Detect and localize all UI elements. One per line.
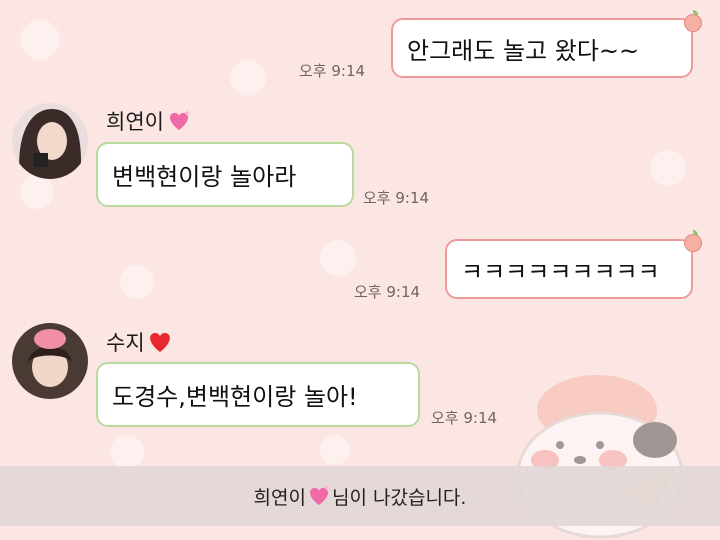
sender-name: 수지 [106, 327, 173, 357]
background-dot [650, 150, 686, 186]
background-dot [110, 435, 144, 469]
sparkling-heart-icon [169, 110, 190, 130]
background-dot [20, 20, 60, 60]
avatar[interactable] [12, 103, 88, 179]
message-time: 오후 9:14 [299, 62, 366, 80]
avatar[interactable] [12, 323, 88, 399]
background-dot [230, 60, 266, 96]
sender-name: 희연이 [106, 106, 192, 136]
outgoing-message-bubble[interactable]: 안그래도 놀고 왔다~~ [391, 18, 693, 78]
message-text: 안그래도 놀고 왔다~~ [407, 36, 640, 65]
red-heart-icon [149, 332, 170, 352]
message-time: 오후 9:14 [363, 189, 430, 207]
background-dot [320, 240, 356, 276]
incoming-message-bubble[interactable]: 변백현이랑 놀아라 [96, 142, 354, 207]
message-text: 변백현이랑 놀아라 [112, 163, 297, 191]
peach-icon [684, 10, 702, 32]
outgoing-message-bubble[interactable]: ㅋㅋㅋㅋㅋㅋㅋㅋㅋ [445, 239, 693, 299]
leave-notice: 희연이 님이 나갔습니다. [0, 466, 720, 526]
sparkling-heart-icon [309, 485, 330, 505]
message-text: 도경수,변백현이랑 놀아! [112, 383, 358, 411]
background-dot [20, 175, 54, 209]
background-dot [320, 435, 350, 465]
background-dot [120, 265, 154, 299]
notice-text: 님이 나갔습니다. [332, 486, 467, 509]
notice-name: 희연이 [253, 486, 306, 509]
message-time: 오후 9:14 [354, 283, 421, 301]
incoming-message-bubble[interactable]: 도경수,변백현이랑 놀아! [96, 362, 420, 427]
message-text: ㅋㅋㅋㅋㅋㅋㅋㅋㅋ [461, 257, 660, 286]
message-time: 오후 9:14 [431, 409, 498, 427]
peach-icon [684, 230, 702, 252]
